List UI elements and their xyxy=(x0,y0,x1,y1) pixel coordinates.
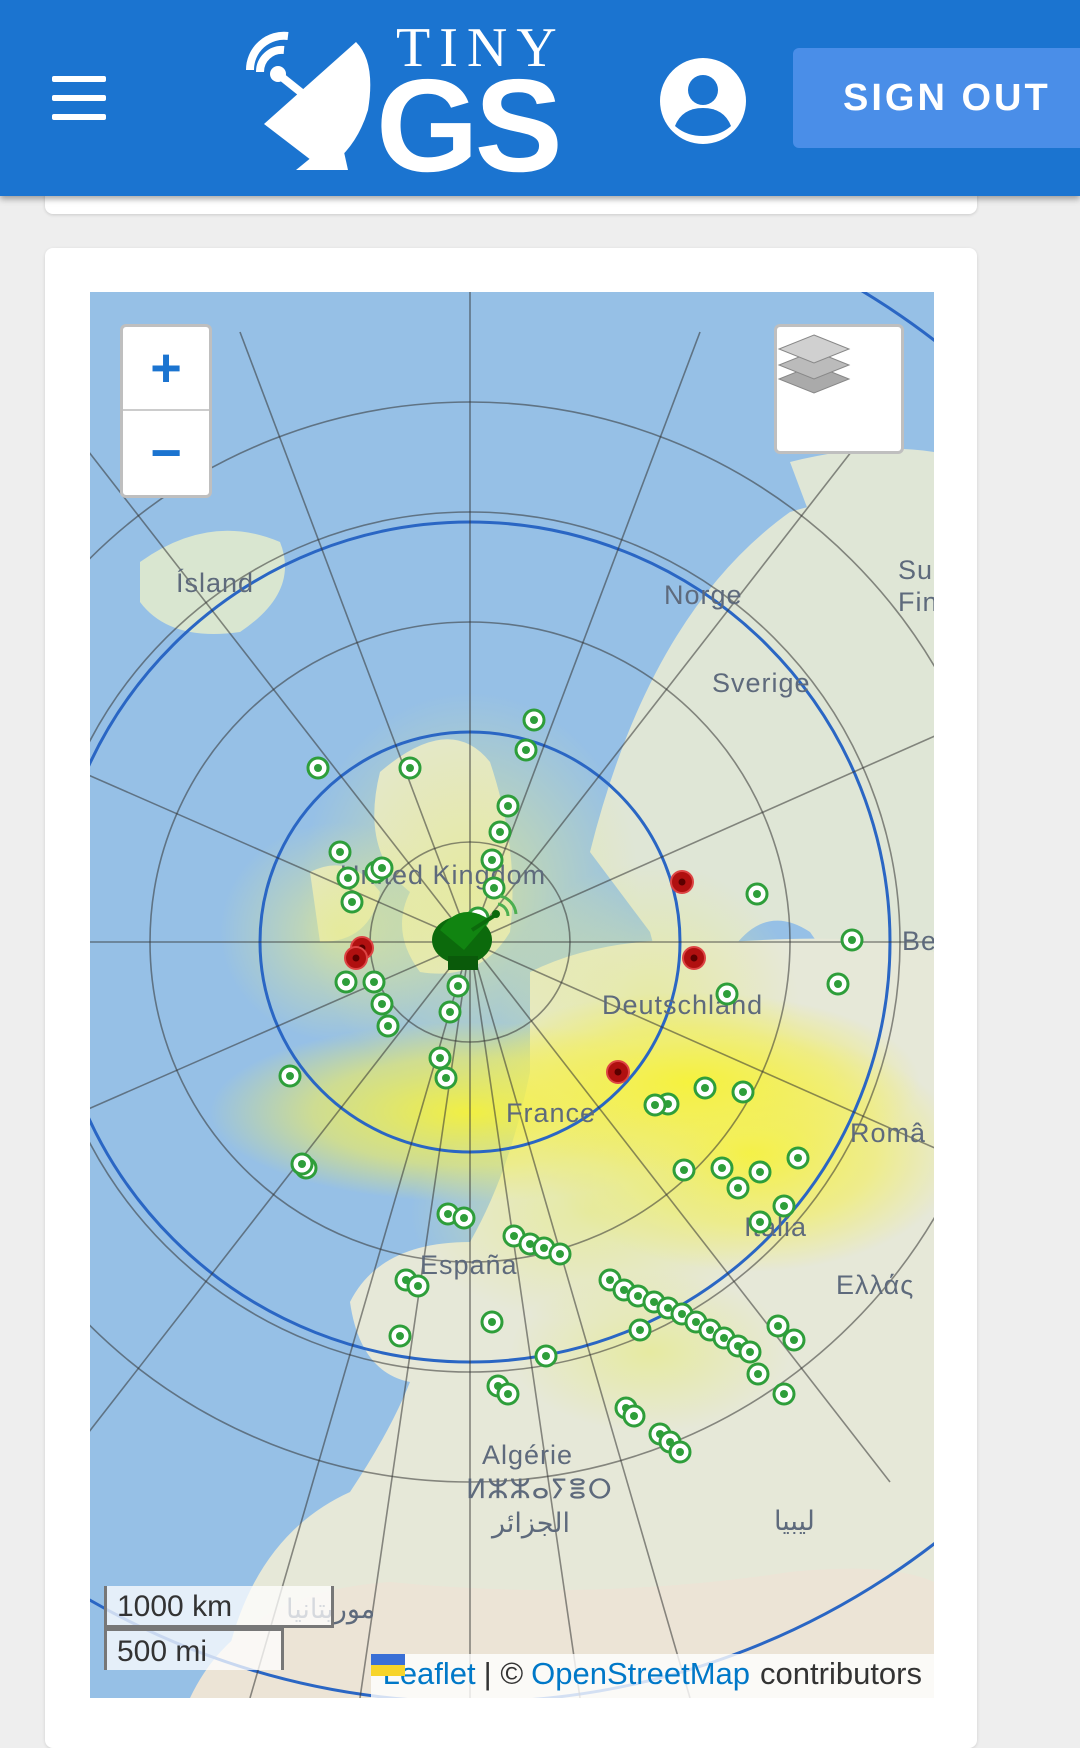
received-packet-marker[interactable] xyxy=(514,738,538,762)
received-packet-marker[interactable] xyxy=(772,1194,796,1218)
received-packet-marker[interactable] xyxy=(496,1382,520,1406)
logo-gs-text: GS xyxy=(376,52,563,199)
received-packet-marker[interactable] xyxy=(745,882,769,906)
received-packet-marker[interactable] xyxy=(731,1080,755,1104)
received-packet-marker[interactable] xyxy=(376,1014,400,1038)
received-packet-marker[interactable] xyxy=(428,1046,452,1070)
failed-packet-marker[interactable] xyxy=(682,946,706,970)
received-packet-marker[interactable] xyxy=(388,1324,412,1348)
app-bar: TINY GS SIGN OUT xyxy=(0,0,1080,196)
scale-km: 1000 km xyxy=(104,1586,334,1628)
received-packet-marker[interactable] xyxy=(668,1440,692,1464)
received-packet-marker[interactable] xyxy=(738,1340,762,1364)
failed-packet-marker[interactable] xyxy=(344,946,368,970)
received-packet-marker[interactable] xyxy=(748,1210,772,1234)
received-packet-marker[interactable] xyxy=(782,1328,806,1352)
received-packet-marker[interactable] xyxy=(643,1093,667,1117)
received-packet-marker[interactable] xyxy=(672,1158,696,1182)
station-map[interactable]: Ísland Norge Sverige Su Fin United Kingd… xyxy=(90,292,934,1698)
received-packet-marker[interactable] xyxy=(772,1382,796,1406)
attribution-suffix: contributors xyxy=(760,1656,922,1691)
zoom-out-button[interactable]: − xyxy=(123,411,209,495)
received-packet-marker[interactable] xyxy=(496,794,520,818)
map-attribution: Leaflet | © OpenStreetMap contributors xyxy=(370,1654,934,1698)
received-packet-marker[interactable] xyxy=(715,982,739,1006)
received-packet-marker[interactable] xyxy=(434,1066,458,1090)
received-packet-marker[interactable] xyxy=(334,970,358,994)
sign-out-button[interactable]: SIGN OUT xyxy=(793,48,1080,148)
received-packet-marker[interactable] xyxy=(480,1310,504,1334)
menu-icon[interactable] xyxy=(52,76,106,120)
received-packet-marker[interactable] xyxy=(548,1242,572,1266)
received-packet-marker[interactable] xyxy=(534,1344,558,1368)
received-packet-marker[interactable] xyxy=(693,1076,717,1100)
layers-icon xyxy=(777,334,851,394)
received-packet-marker[interactable] xyxy=(278,1064,302,1088)
received-packet-marker[interactable] xyxy=(290,1152,314,1176)
received-packet-marker[interactable] xyxy=(336,866,360,890)
zoom-in-button[interactable]: + xyxy=(123,327,209,411)
map-scale: 1000 km 500 mi xyxy=(104,1586,334,1670)
satellite-dish-icon[interactable] xyxy=(420,890,530,990)
ukraine-flag-icon xyxy=(370,1654,405,1676)
received-packet-marker[interactable] xyxy=(786,1146,810,1170)
received-packet-marker[interactable] xyxy=(370,992,394,1016)
received-packet-marker[interactable] xyxy=(438,1000,462,1024)
zoom-control: + − xyxy=(120,324,212,498)
received-packet-marker[interactable] xyxy=(748,1160,772,1184)
received-packet-marker[interactable] xyxy=(522,708,546,732)
received-packet-marker[interactable] xyxy=(306,756,330,780)
received-packet-marker[interactable] xyxy=(488,820,512,844)
received-packet-marker[interactable] xyxy=(452,1206,476,1230)
received-packet-marker[interactable] xyxy=(340,890,364,914)
failed-packet-marker[interactable] xyxy=(606,1060,630,1084)
layers-control[interactable] xyxy=(774,324,904,454)
received-packet-marker[interactable] xyxy=(398,756,422,780)
received-packet-marker[interactable] xyxy=(622,1404,646,1428)
sign-out-label: SIGN OUT xyxy=(843,76,1051,119)
received-packet-marker[interactable] xyxy=(710,1156,734,1180)
received-packet-marker[interactable] xyxy=(628,1318,652,1342)
received-packet-marker[interactable] xyxy=(726,1176,750,1200)
osm-link[interactable]: OpenStreetMap xyxy=(531,1656,750,1692)
satellite-dish-logo-icon xyxy=(245,31,371,170)
received-packet-marker[interactable] xyxy=(746,1362,770,1386)
received-packet-marker[interactable] xyxy=(362,970,386,994)
received-packet-marker[interactable] xyxy=(328,840,352,864)
tinygs-logo[interactable]: TINY GS xyxy=(244,14,584,192)
marker-layer xyxy=(278,708,864,1464)
scale-mi: 500 mi xyxy=(104,1628,284,1670)
received-packet-marker[interactable] xyxy=(406,1274,430,1298)
account-circle-icon[interactable] xyxy=(660,58,746,144)
failed-packet-marker[interactable] xyxy=(670,870,694,894)
attribution-separator: | © xyxy=(483,1656,524,1691)
received-packet-marker[interactable] xyxy=(480,848,504,872)
received-packet-marker[interactable] xyxy=(826,972,850,996)
received-packet-marker[interactable] xyxy=(840,928,864,952)
received-packet-marker[interactable] xyxy=(370,856,394,880)
